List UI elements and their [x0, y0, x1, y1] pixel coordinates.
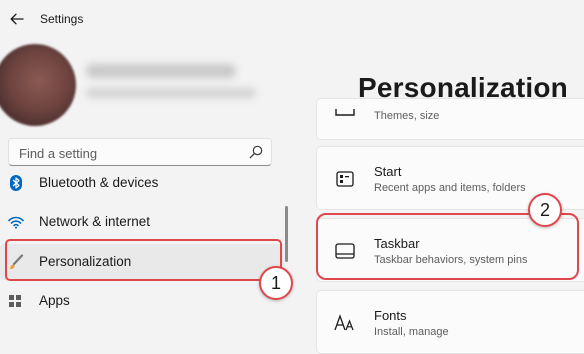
wifi-icon: [8, 214, 24, 230]
title-bar: Settings: [0, 0, 584, 38]
card-subtitle: Install, manage: [374, 326, 449, 338]
card-subtitle: Taskbar behaviors, system pins: [374, 254, 528, 266]
callout-1: 1: [259, 266, 293, 300]
search-icon[interactable]: [249, 145, 263, 159]
card-title: Start: [374, 164, 402, 179]
start-icon: [334, 168, 356, 190]
sidebar-item-bluetooth-devices[interactable]: Bluetooth & devices: [0, 165, 284, 201]
sidebar-item-label: Apps: [39, 293, 70, 308]
fonts-card[interactable]: Fonts Install, manage: [316, 290, 584, 354]
text-input-card[interactable]: Themes, size: [316, 98, 584, 140]
search-input[interactable]: [9, 139, 251, 167]
brush-icon: [8, 254, 24, 270]
app-title: Settings: [40, 12, 84, 26]
sidebar-item-label: Bluetooth & devices: [39, 175, 159, 190]
sidebar-item-label: Personalization: [39, 254, 132, 269]
apps-icon: [8, 293, 24, 309]
sidebar-item-apps[interactable]: Apps: [0, 283, 284, 319]
sidebar-item-label: Network & internet: [39, 214, 151, 229]
account-name-blurred: [86, 64, 236, 78]
account-block[interactable]: [0, 40, 300, 130]
card-subtitle: Themes, size: [374, 110, 440, 122]
callout-2: 2: [528, 193, 562, 227]
card-title: Taskbar: [374, 236, 420, 251]
bluetooth-icon: [8, 175, 24, 191]
sidebar-scrollbar[interactable]: [285, 206, 288, 262]
taskbar-card[interactable]: Taskbar Taskbar behaviors, system pins: [316, 218, 584, 282]
text-input-icon: [334, 103, 356, 125]
back-button[interactable]: [6, 8, 28, 30]
taskbar-icon: [334, 240, 356, 262]
fonts-icon: [334, 312, 356, 334]
card-subtitle: Recent apps and items, folders: [374, 182, 526, 194]
back-arrow-icon: [10, 13, 24, 25]
search-box[interactable]: [8, 138, 272, 167]
sidebar-item-network-internet[interactable]: Network & internet: [0, 204, 284, 240]
account-email-blurred: [86, 88, 256, 98]
avatar: [0, 44, 76, 126]
card-title: Fonts: [374, 308, 407, 323]
sidebar-item-personalization[interactable]: Personalization: [0, 244, 284, 280]
